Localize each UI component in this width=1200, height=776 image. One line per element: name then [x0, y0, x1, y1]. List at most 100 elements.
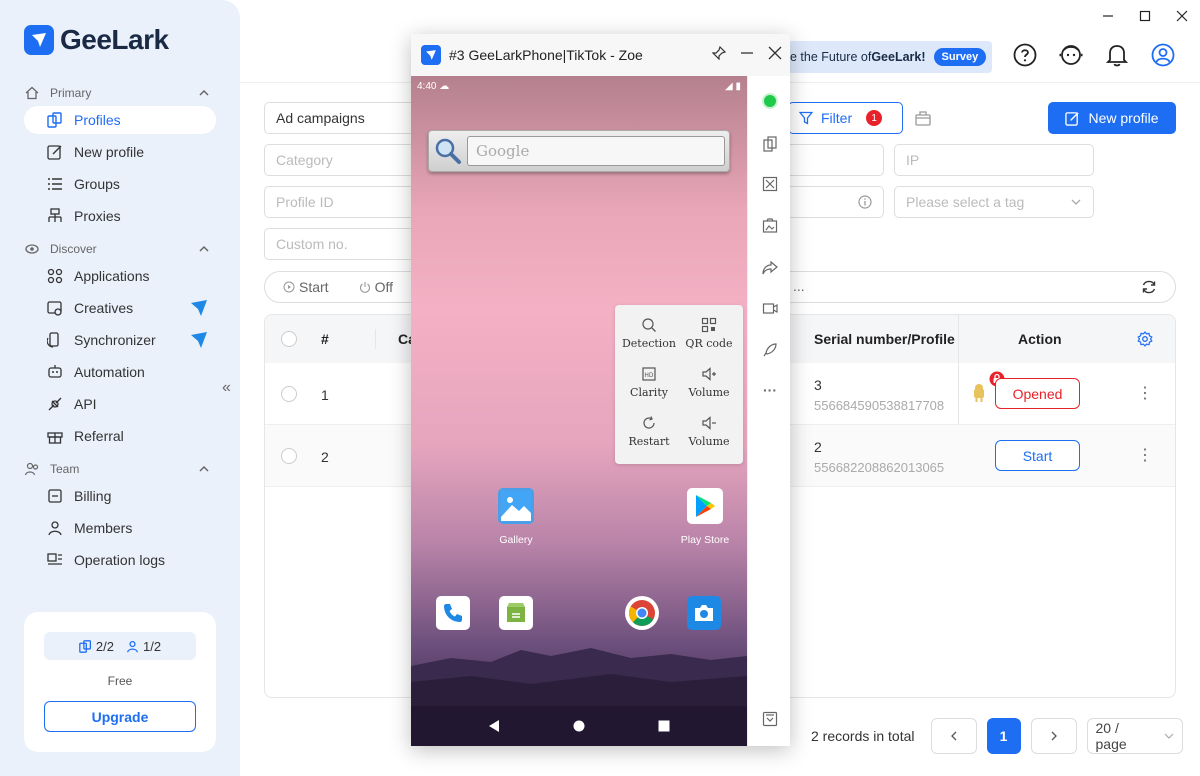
- refresh-icon[interactable]: [1141, 279, 1157, 295]
- status-more[interactable]: ...: [793, 278, 805, 294]
- chevron-down-icon: [1164, 733, 1173, 739]
- play-store-icon[interactable]: [687, 488, 723, 524]
- collapse-sidebar-button[interactable]: «: [222, 379, 231, 397]
- survey-button[interactable]: Survey: [933, 48, 987, 66]
- sidebar-item-groups[interactable]: Groups: [24, 170, 216, 198]
- sidebar-item-applications[interactable]: Applications: [24, 262, 216, 290]
- popup-label: Detection: [621, 336, 677, 350]
- back-icon[interactable]: [488, 719, 500, 733]
- restart-button[interactable]: Restart: [617, 407, 681, 455]
- user-avatar-icon[interactable]: [1150, 42, 1176, 68]
- volume-down-button[interactable]: Volume: [677, 407, 741, 455]
- close-icon[interactable]: [1163, 0, 1200, 32]
- detection-button[interactable]: Detection: [617, 309, 681, 357]
- header-index: #: [321, 331, 329, 347]
- ad-campaigns-select[interactable]: Ad campaigns: [264, 102, 424, 134]
- time: 4:40: [417, 81, 437, 92]
- pin-icon[interactable]: [712, 46, 726, 60]
- sidebar-item-automation[interactable]: Automation: [24, 358, 216, 386]
- category-select[interactable]: Category: [264, 144, 424, 176]
- sidebar-item-members[interactable]: Members: [24, 514, 216, 542]
- recents-icon[interactable]: [658, 720, 670, 732]
- new-profile-button[interactable]: New profile: [1048, 102, 1176, 134]
- minimize-icon[interactable]: [1090, 0, 1127, 32]
- sidebar-item-api[interactable]: API: [24, 390, 216, 418]
- share-icon[interactable]: [761, 259, 779, 277]
- close-icon[interactable]: [768, 46, 782, 60]
- filter-button[interactable]: Filter 1: [788, 102, 903, 134]
- row-checkbox[interactable]: [281, 448, 297, 464]
- api-icon: [46, 395, 64, 413]
- sidebar-item-billing[interactable]: Billing: [24, 482, 216, 510]
- ip-input[interactable]: IP: [894, 144, 1094, 176]
- rocket-icon[interactable]: [761, 341, 779, 359]
- qr-code-button[interactable]: QR code: [677, 309, 741, 357]
- survey-banner[interactable]: e the Future of GeeLark! Survey: [788, 41, 992, 73]
- profiles-icon: [46, 111, 64, 129]
- upgrade-button[interactable]: Upgrade: [44, 701, 196, 732]
- section-primary[interactable]: Primary: [24, 83, 210, 103]
- volume-up-button[interactable]: Volume: [677, 358, 741, 406]
- store-app-icon[interactable]: [499, 596, 533, 630]
- creatives-icon: [46, 299, 64, 317]
- bell-icon[interactable]: [1104, 42, 1130, 68]
- page-1-button[interactable]: 1: [986, 718, 1021, 754]
- status-off-option[interactable]: Off: [359, 279, 393, 295]
- section-team[interactable]: Team: [24, 459, 210, 479]
- more-options-icon[interactable]: ⋮: [1137, 445, 1153, 465]
- sidebar-item-referral[interactable]: Referral: [24, 422, 216, 450]
- gallery-icon[interactable]: [498, 488, 534, 524]
- gift-icon: [46, 427, 64, 445]
- sidebar-item-creatives[interactable]: Creatives: [24, 294, 216, 322]
- next-page-button[interactable]: [1030, 718, 1077, 754]
- google-search-widget[interactable]: Google: [428, 130, 730, 172]
- sidebar-item-proxies[interactable]: Proxies: [24, 202, 216, 230]
- status-start-label: Start: [299, 279, 329, 295]
- filter-icon: [799, 111, 813, 125]
- maximize-icon[interactable]: [1127, 0, 1164, 32]
- camera-icon[interactable]: [687, 596, 721, 630]
- column-settings-icon[interactable]: [1137, 331, 1153, 347]
- sidebar-item-profiles[interactable]: Profiles: [24, 106, 216, 134]
- gamepad-icon[interactable]: [761, 175, 779, 193]
- screenshot-icon[interactable]: [761, 217, 779, 235]
- profile-id: 556684590538817708: [814, 398, 945, 413]
- more-options-icon[interactable]: ⋮: [1137, 383, 1153, 403]
- phone-screen[interactable]: 4:40 ☁ ◢ ▮ Google Detection QR code HD C…: [411, 76, 747, 746]
- sidebar-item-label: API: [74, 396, 97, 412]
- help-icon[interactable]: [1012, 42, 1038, 68]
- sidebar-item-label: Automation: [74, 364, 145, 380]
- tag-select[interactable]: Please select a tag: [894, 186, 1094, 218]
- grid-icon: [46, 267, 64, 285]
- home-button-icon[interactable]: [573, 720, 585, 732]
- chrome-icon[interactable]: [625, 596, 659, 630]
- page-size-select[interactable]: 20 / page: [1086, 718, 1183, 754]
- section-discover[interactable]: Discover: [24, 239, 210, 259]
- clear-filter-icon[interactable]: [913, 108, 933, 131]
- copy-icon[interactable]: [761, 135, 779, 153]
- chevron-right-icon: [1051, 731, 1057, 741]
- row-checkbox[interactable]: [281, 386, 297, 402]
- select-all-checkbox[interactable]: [281, 331, 297, 347]
- install-icon[interactable]: [761, 710, 779, 728]
- status-start-option[interactable]: Start: [283, 279, 329, 295]
- google-search-input[interactable]: Google: [467, 136, 725, 166]
- prev-page-button[interactable]: [930, 718, 977, 754]
- clarity-button[interactable]: HD Clarity: [617, 358, 681, 406]
- record-video-icon[interactable]: [761, 299, 779, 317]
- plan-name: Free: [107, 674, 133, 688]
- more-icon[interactable]: ···: [761, 381, 779, 399]
- sidebar-item-synchronizer[interactable]: Synchronizer: [24, 326, 216, 354]
- start-button[interactable]: Start: [995, 440, 1080, 471]
- phone-app-icon[interactable]: [436, 596, 470, 630]
- sidebar-item-new-profile[interactable]: New profile: [24, 138, 216, 166]
- sidebar-item-label: Creatives: [74, 300, 134, 316]
- minimize-icon[interactable]: [740, 46, 754, 60]
- profile-id-input[interactable]: Profile ID: [264, 186, 424, 218]
- column-divider: [375, 329, 376, 349]
- support-agent-icon[interactable]: [1058, 42, 1084, 68]
- opened-button[interactable]: Opened: [995, 378, 1080, 409]
- page-size-value: 20 / page: [1095, 720, 1127, 752]
- custom-no-input[interactable]: Custom no.: [264, 228, 424, 260]
- sidebar-item-operation-logs[interactable]: Operation logs: [24, 546, 216, 574]
